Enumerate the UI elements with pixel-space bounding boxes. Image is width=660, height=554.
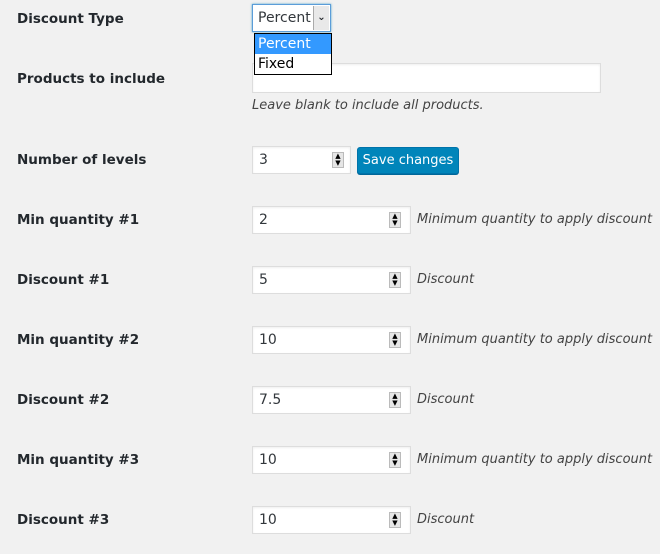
row-label: Discount #3: [17, 512, 110, 528]
row-label: Discount #2: [17, 392, 110, 408]
levels-label: Number of levels: [17, 152, 147, 168]
row-label: Discount #1: [17, 272, 110, 288]
spinner-icon[interactable]: ▲ ▼: [389, 512, 401, 528]
row-label: Min quantity #1: [17, 212, 140, 228]
row-description: Minimum quantity to apply discount: [417, 332, 653, 347]
discount-2-input[interactable]: 7.5 ▲ ▼: [252, 386, 411, 414]
discount-type-label: Discount Type: [17, 11, 124, 27]
spinner-icon[interactable]: ▲ ▼: [389, 452, 401, 468]
row-value: 2: [259, 212, 268, 228]
row-description: Minimum quantity to apply discount: [417, 212, 653, 227]
chevron-down-icon[interactable]: ⌄: [313, 6, 329, 30]
spinner-icon[interactable]: ▲ ▼: [332, 152, 344, 168]
products-description: Leave blank to include all products.: [252, 98, 484, 113]
discount-1-input[interactable]: 5 ▲ ▼: [252, 266, 411, 294]
spinner-icon[interactable]: ▲ ▼: [389, 392, 401, 408]
discount-type-value: Percent: [258, 10, 311, 26]
min-quantity-3-input[interactable]: 10 ▲ ▼: [252, 446, 411, 474]
row-description: Discount: [417, 512, 475, 527]
min-quantity-2-input[interactable]: 10 ▲ ▼: [252, 326, 411, 354]
row-label: Min quantity #2: [17, 332, 140, 348]
row-description: Minimum quantity to apply discount: [417, 452, 653, 467]
spinner-icon[interactable]: ▲ ▼: [389, 332, 401, 348]
discount-type-dropdown[interactable]: Percent Fixed: [254, 33, 332, 75]
row-value: 5: [259, 272, 268, 288]
row-description: Discount: [417, 272, 475, 287]
spinner-icon[interactable]: ▲ ▼: [389, 272, 401, 288]
row-value: 10: [259, 452, 277, 468]
discount-type-select[interactable]: Percent ⌄: [252, 4, 331, 32]
row-value: 10: [259, 332, 277, 348]
row-label: Min quantity #3: [17, 452, 140, 468]
min-quantity-1-input[interactable]: 2 ▲ ▼: [252, 206, 411, 234]
spinner-icon[interactable]: ▲ ▼: [389, 212, 401, 228]
row-value: 7.5: [259, 392, 282, 408]
products-label: Products to include: [17, 71, 166, 87]
row-description: Discount: [417, 392, 475, 407]
levels-value: 3: [259, 152, 268, 168]
discount-3-input[interactable]: 10 ▲ ▼: [252, 506, 411, 534]
save-changes-button[interactable]: Save changes: [357, 147, 459, 174]
row-value: 10: [259, 512, 277, 528]
dropdown-option-fixed[interactable]: Fixed: [255, 54, 331, 74]
levels-input[interactable]: 3 ▲ ▼: [252, 146, 351, 174]
dropdown-option-percent[interactable]: Percent: [255, 34, 331, 54]
